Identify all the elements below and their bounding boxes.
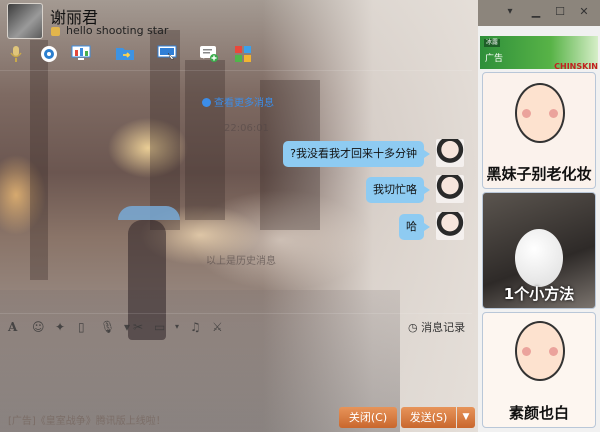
voice-icon[interactable]: 🎙 <box>100 318 115 336</box>
chat-window: 谢丽君 hello shooting star ▾ ▁ ☐ ✕ 查看更多消息 2… <box>0 0 600 432</box>
contact-signature: hello shooting star <box>66 24 169 37</box>
magic-icon[interactable]: ✦ <box>55 318 65 336</box>
cartoon-face-icon <box>515 321 565 381</box>
screenshot-icon[interactable]: ✂ <box>133 318 143 336</box>
apps-grid-icon[interactable] <box>232 45 254 65</box>
ad-sidebar: 冰露 广告 CHINSKIN 黑妹子别老化妆 1个小方法 素颜也白 <box>478 26 600 432</box>
image-icon[interactable]: ▭ <box>154 318 165 336</box>
camera-icon[interactable] <box>38 45 60 65</box>
message-input[interactable] <box>0 340 476 404</box>
sender-avatar[interactable] <box>436 139 464 167</box>
input-divider <box>0 313 472 314</box>
ad-card-caption: 1个小方法 <box>503 285 575 303</box>
message-area: 查看更多消息 22:06:01 ?我没看我才回来十多分钟 我切忙咯 哈 以上是历… <box>0 72 476 310</box>
font-icon[interactable]: A <box>8 318 17 336</box>
menu-button[interactable]: ▾ <box>500 3 520 21</box>
ad-card[interactable]: 1个小方法 <box>482 192 596 309</box>
add-app-icon[interactable] <box>198 45 220 65</box>
ad-label: 广告 <box>485 54 504 64</box>
close-button[interactable]: 关闭(C) <box>339 407 397 428</box>
ad-logo: 冰露 <box>484 39 500 47</box>
input-toolbar: A ☺ ✦ ▯ 🎙 ▾ ✂ ▭ ▾ ♫ ⚔ ◷ 消息记录 <box>0 316 476 338</box>
message-row: 哈 <box>364 212 464 242</box>
remote-assist-icon[interactable] <box>156 45 178 65</box>
history-button[interactable]: ◷ 消息记录 <box>408 319 465 335</box>
send-options-chevron-icon[interactable]: ▼ <box>457 407 475 428</box>
folder-transfer-icon[interactable] <box>114 45 136 65</box>
toolbar-divider <box>0 70 472 71</box>
microphone-icon[interactable] <box>5 45 27 65</box>
maximize-button[interactable]: ☐ <box>550 3 570 21</box>
top-toolbar <box>0 44 270 66</box>
clock-icon <box>202 98 211 107</box>
message-row: ?我没看我才回来十多分钟 <box>264 139 464 169</box>
ad-brand: CHINSKIN <box>554 62 598 71</box>
history-divider-label: 以上是历史消息 <box>206 256 276 267</box>
ad-card-caption: 黑妹子别老化妆 <box>486 165 592 183</box>
voice-dropdown-icon[interactable]: ▾ <box>124 318 130 336</box>
more-messages-link[interactable]: 查看更多消息 <box>202 94 274 109</box>
scissors-icon[interactable]: ⚔ <box>212 318 223 336</box>
status-icon <box>51 27 60 36</box>
screen-share-icon[interactable] <box>70 45 92 65</box>
history-button-label: 消息记录 <box>421 321 466 334</box>
music-icon[interactable]: ♫ <box>190 318 201 336</box>
image-dropdown-icon[interactable]: ▾ <box>175 318 179 336</box>
emoji-icon[interactable]: ☺ <box>32 318 45 336</box>
contact-avatar[interactable] <box>7 3 43 39</box>
shake-icon[interactable]: ▯ <box>78 318 85 336</box>
minimize-button[interactable]: ▁ <box>526 3 546 21</box>
ad-card[interactable]: 黑妹子别老化妆 <box>482 72 596 189</box>
message-bubble[interactable]: 哈 <box>399 214 430 240</box>
sender-avatar[interactable] <box>436 175 464 203</box>
sender-avatar[interactable] <box>436 212 464 240</box>
close-window-button[interactable]: ✕ <box>574 3 594 21</box>
footer-bar: [广告]《皇室战争》腾讯版上线啦！ 关闭(C) 发送(S) ▼ <box>0 404 476 432</box>
cartoon-face-icon <box>515 83 565 143</box>
message-row: 我切忙咯 <box>324 175 464 205</box>
message-bubble[interactable]: 我切忙咯 <box>366 177 430 203</box>
more-messages-label: 查看更多消息 <box>214 98 274 109</box>
footer-ad-link[interactable]: [广告]《皇室战争》腾讯版上线啦！ <box>8 412 166 427</box>
message-timestamp: 22:06:01 <box>224 123 269 134</box>
send-button[interactable]: 发送(S) <box>401 407 456 428</box>
ad-card-caption: 素颜也白 <box>508 404 569 422</box>
egg-image <box>515 229 563 287</box>
ad-card[interactable]: 素颜也白 <box>482 312 596 428</box>
message-bubble[interactable]: ?我没看我才回来十多分钟 <box>283 141 430 167</box>
history-clock-icon: ◷ <box>408 321 418 334</box>
